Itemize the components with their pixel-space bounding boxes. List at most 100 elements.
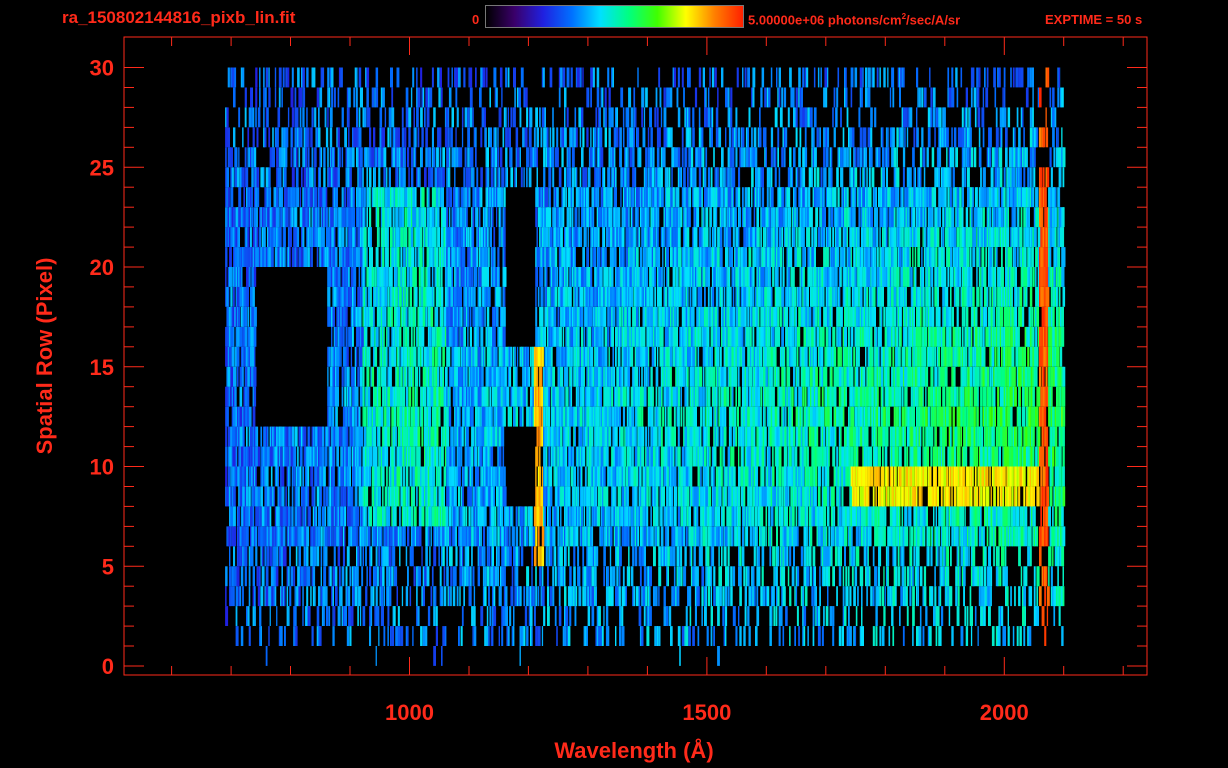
heatmap-cell	[647, 426, 650, 447]
heatmap-cell	[233, 586, 235, 607]
heatmap-cell	[323, 566, 327, 587]
heatmap-cell	[756, 466, 758, 487]
heatmap-cell	[350, 426, 353, 447]
heatmap-cell	[458, 626, 460, 646]
heatmap-cell	[1015, 426, 1018, 447]
heatmap-cell	[261, 566, 265, 587]
heatmap-cell	[630, 566, 634, 587]
heatmap-cell	[289, 586, 292, 607]
heatmap-cell	[967, 486, 970, 507]
heatmap-cell	[513, 546, 516, 567]
heatmap-cell	[696, 506, 699, 527]
heatmap-cell	[401, 586, 404, 607]
heatmap-cell	[917, 426, 919, 447]
heatmap-cell	[626, 486, 629, 507]
heatmap-cell	[662, 546, 664, 567]
heatmap-cell	[257, 586, 261, 607]
heatmap-cell	[590, 466, 592, 487]
heatmap-cell	[762, 526, 766, 547]
heatmap-cell	[882, 466, 885, 487]
heatmap-cell	[939, 386, 941, 407]
heatmap-cell	[731, 446, 735, 467]
heatmap-cell	[965, 546, 969, 567]
heatmap-cell	[378, 546, 381, 567]
heatmap-cell	[460, 446, 463, 467]
heatmap-cell	[332, 526, 334, 547]
heatmap-cell	[730, 586, 733, 607]
heatmap-cell	[984, 386, 987, 407]
heatmap-cell	[225, 446, 228, 467]
heatmap-cell	[479, 526, 481, 547]
heatmap-cell	[586, 526, 588, 547]
heatmap-cell	[450, 566, 453, 587]
heatmap-cell	[441, 426, 443, 447]
heatmap-cell	[904, 466, 906, 487]
heatmap-cell	[782, 386, 786, 407]
heatmap-cell	[407, 566, 409, 587]
heatmap-cell	[1025, 506, 1028, 527]
heatmap-cell	[692, 486, 694, 507]
heatmap-cell	[854, 466, 856, 487]
heatmap-cell	[484, 506, 487, 527]
heatmap-cell	[320, 526, 323, 547]
heatmap-cell	[628, 546, 630, 567]
heatmap-cell	[922, 386, 924, 407]
heatmap-cell	[230, 486, 232, 507]
heatmap-cell	[923, 506, 926, 527]
heatmap-cell	[577, 466, 579, 487]
heatmap-cell	[909, 506, 912, 527]
heatmap-cell	[511, 506, 514, 527]
heatmap-cell	[688, 586, 690, 607]
heatmap-cell	[336, 426, 339, 447]
heatmap-cell	[883, 406, 886, 427]
heatmap-cell	[473, 626, 477, 646]
heatmap-cell	[336, 526, 338, 547]
heatmap-cell	[488, 546, 491, 567]
heatmap-cell	[816, 426, 819, 447]
heatmap-cell	[684, 566, 687, 587]
heatmap-cell	[930, 426, 934, 447]
heatmap-cell	[718, 606, 720, 626]
heatmap-cell	[348, 586, 351, 607]
heatmap-cell	[957, 426, 961, 447]
heatmap-cell	[455, 486, 457, 507]
heatmap-cell	[862, 406, 864, 427]
heatmap-cell	[806, 526, 808, 547]
heatmap-cell	[287, 566, 290, 587]
heatmap-cell	[959, 486, 963, 507]
heatmap-cell	[794, 626, 796, 646]
heatmap-cell	[757, 566, 761, 587]
heatmap-cell	[387, 606, 390, 626]
heatmap-cell	[247, 386, 250, 407]
heatmap-cell	[240, 566, 244, 587]
heatmap-cell	[461, 606, 464, 626]
heatmap-cell	[791, 566, 795, 587]
heatmap-cell	[655, 386, 658, 407]
heatmap-cell	[539, 386, 541, 407]
heatmap-cell	[357, 546, 360, 567]
heatmap-cell	[947, 506, 949, 527]
heatmap-cell	[356, 486, 358, 507]
heatmap-cell	[565, 446, 568, 467]
heatmap-cell	[782, 566, 786, 587]
heatmap-cell	[828, 446, 830, 467]
heatmap-cell	[426, 566, 430, 587]
heatmap-cell	[353, 526, 357, 547]
heatmap-cell	[677, 586, 680, 607]
heatmap-cell	[872, 486, 875, 507]
heatmap-cell	[397, 626, 401, 646]
heatmap-cell	[950, 426, 952, 447]
heatmap-cell	[1011, 466, 1014, 487]
heatmap-cell	[615, 486, 617, 507]
heatmap-cell	[376, 566, 379, 587]
heatmap-cell	[371, 366, 375, 387]
heatmap-cell	[435, 486, 438, 507]
heatmap-cell	[1062, 526, 1066, 547]
heatmap-cell	[359, 546, 362, 567]
heatmap-cell	[959, 446, 961, 467]
heatmap-cell	[673, 566, 676, 587]
heatmap-cell	[427, 366, 430, 387]
heatmap-cell	[663, 586, 666, 607]
heatmap-cell	[486, 386, 489, 407]
heatmap-cell	[868, 566, 871, 587]
